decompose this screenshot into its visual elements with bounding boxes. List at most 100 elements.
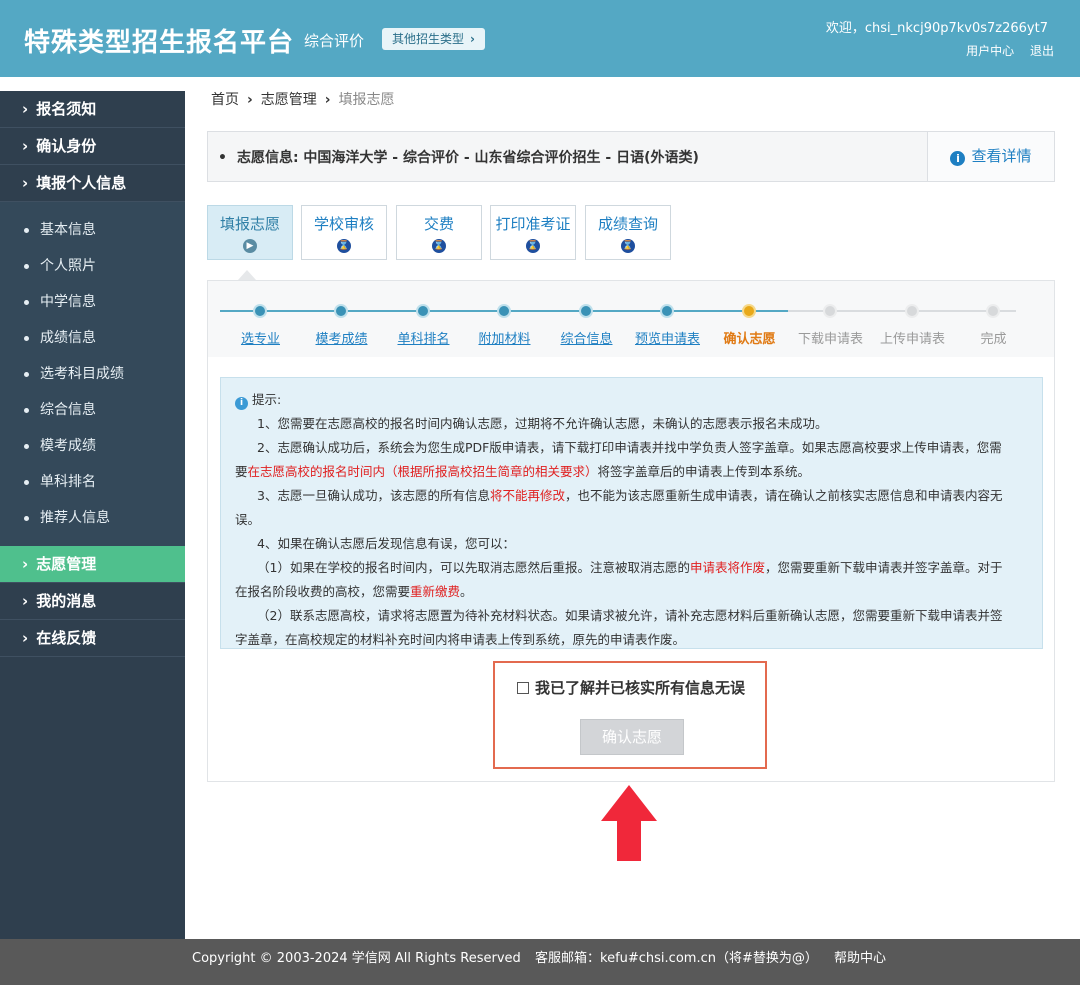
hourglass-icon: ⌛ bbox=[432, 239, 446, 253]
view-details-button[interactable]: i 查看详情 bbox=[927, 132, 1054, 181]
step-label: 综合信息 bbox=[560, 332, 613, 347]
bullet-icon bbox=[24, 263, 29, 269]
step-pending-icon bbox=[823, 304, 837, 318]
top-header: 特殊类型招生报名平台 综合评价 其他招生类型 › 欢迎，chsi_nkcj90p7… bbox=[0, 0, 1080, 77]
notice-warning-text: 重新缴费 bbox=[410, 584, 461, 599]
tab-print-admission[interactable]: 打印准考证 ⌛ bbox=[490, 205, 576, 260]
sidebar-subitem-label: 单科排名 bbox=[40, 474, 96, 490]
sidebar-item-confirm-identity[interactable]: › 确认身份 bbox=[0, 128, 185, 165]
sidebar-subitem-basic-info[interactable]: 基本信息 bbox=[0, 212, 185, 248]
user-center-link[interactable]: 用户中心 bbox=[966, 44, 1014, 58]
tab-label: 打印准考证 bbox=[495, 215, 571, 233]
hourglass-icon: ⌛ bbox=[337, 239, 351, 253]
chevron-right-icon: › bbox=[22, 100, 29, 118]
other-types-label: 其他招生类型 bbox=[392, 32, 465, 46]
breadcrumb-section[interactable]: 志愿管理 bbox=[261, 92, 317, 108]
application-info: • 志愿信息: 中国海洋大学 - 综合评价 - 山东省综合评价招生 - 日语(外语… bbox=[218, 147, 699, 167]
sidebar-subitem-mock-exam[interactable]: 模考成绩 bbox=[0, 428, 185, 464]
tab-score-query[interactable]: 成绩查询 ⌛ bbox=[585, 205, 671, 260]
logout-link[interactable]: 退出 bbox=[1030, 44, 1054, 58]
info-icon: i bbox=[950, 151, 966, 166]
bullet-icon bbox=[24, 371, 29, 377]
sidebar-item-feedback[interactable]: › 在线反馈 bbox=[0, 620, 185, 657]
bullet-icon bbox=[24, 515, 29, 521]
sidebar-subitem-grades[interactable]: 成绩信息 bbox=[0, 320, 185, 356]
chevron-right-icon: › bbox=[22, 592, 29, 610]
sidebar-submenu: 基本信息 个人照片 中学信息 成绩信息 选考科目成绩 综合信息 模考成绩 单科排… bbox=[0, 202, 185, 546]
other-types-button[interactable]: 其他招生类型 › bbox=[382, 28, 485, 50]
step-complete-icon bbox=[253, 304, 267, 318]
notice-line: 2、志愿确认成功后，系统会为您生成PDF版申请表，请下载打印申请表并找中学负责人… bbox=[257, 440, 1002, 455]
notice-text: 将签字盖章后的申请表上传到本系统。 bbox=[597, 464, 811, 479]
notice-warning-text: 将不能再修改 bbox=[489, 488, 565, 503]
step-label: 附加材料 bbox=[478, 332, 531, 347]
sidebar-subitem-elective-grades[interactable]: 选考科目成绩 bbox=[0, 356, 185, 392]
application-info-bar: • 志愿信息: 中国海洋大学 - 综合评价 - 山东省综合评价招生 - 日语(外语… bbox=[207, 131, 1055, 182]
notice-line: 4、如果在确认志愿后发现信息有误，您可以： bbox=[257, 536, 515, 551]
footer-copyright: Copyright © 2003-2024 学信网 All Rights Res… bbox=[192, 951, 521, 966]
sidebar-subitem-comprehensive[interactable]: 综合信息 bbox=[0, 392, 185, 428]
chevron-right-icon: › bbox=[247, 92, 253, 108]
sidebar-subitem-photo[interactable]: 个人照片 bbox=[0, 248, 185, 284]
step-complete-icon bbox=[416, 304, 430, 318]
sidebar-item-application[interactable]: › 志愿管理 bbox=[0, 546, 185, 583]
sidebar-subitem-referee[interactable]: 推荐人信息 bbox=[0, 500, 185, 536]
sidebar-subitem-school[interactable]: 中学信息 bbox=[0, 284, 185, 320]
tab-payment[interactable]: 交费 ⌛ bbox=[396, 205, 482, 260]
notice-text: （1）如果在学校的报名时间内，可以先取消志愿然后重报。注意被取消志愿的 bbox=[257, 560, 690, 575]
step-label: 模考成绩 bbox=[315, 332, 368, 347]
step-current-icon bbox=[742, 304, 756, 318]
step-pending-icon bbox=[905, 304, 919, 318]
sidebar-subitem-label: 中学信息 bbox=[40, 294, 96, 310]
chevron-right-icon: › bbox=[22, 629, 29, 647]
play-icon: ▶ bbox=[243, 239, 257, 253]
sidebar-subitem-label: 个人照片 bbox=[40, 258, 96, 274]
sidebar-subitem-label: 成绩信息 bbox=[40, 330, 96, 346]
notice-box: i 提示: 1、您需要在志愿高校的报名时间内确认志愿，过期将不允许确认志愿，未确认… bbox=[220, 377, 1043, 649]
sidebar-subitem-label: 基本信息 bbox=[40, 222, 96, 238]
confirm-checkbox-label[interactable]: 我已了解并已核实所有信息无误 bbox=[535, 679, 745, 697]
notice-line: （1）如果在学校的报名时间内，可以先取消志愿然后重报。注意被取消志愿的申请表将作… bbox=[235, 556, 1028, 580]
sidebar-item-personal-info[interactable]: › 填报个人信息 bbox=[0, 165, 185, 202]
notice-text: 要 bbox=[235, 464, 248, 479]
notice-text: 3、志愿一旦确认成功，该志愿的所有信息 bbox=[257, 488, 490, 503]
notice-line: 误。 bbox=[235, 512, 261, 527]
notice-text: 。 bbox=[460, 584, 473, 599]
tab-label: 成绩查询 bbox=[597, 215, 658, 233]
view-details-label: 查看详情 bbox=[971, 147, 1032, 165]
confirm-checkbox[interactable] bbox=[517, 682, 529, 694]
confirm-application-button[interactable]: 确认志愿 bbox=[580, 719, 684, 755]
breadcrumb-home[interactable]: 首页 bbox=[211, 92, 239, 108]
notice-line: 字盖章，在高校规定的材料补充时间内将申请表上传到系统，原先的申请表作废。 bbox=[235, 632, 686, 647]
step-complete-icon bbox=[334, 304, 348, 318]
sidebar-item-notice[interactable]: › 报名须知 bbox=[0, 91, 185, 128]
sidebar-subitem-label: 推荐人信息 bbox=[40, 510, 110, 526]
confirm-checkbox-row[interactable]: 我已了解并已核实所有信息无误 bbox=[517, 677, 745, 698]
tab-school-review[interactable]: 学校审核 ⌛ bbox=[301, 205, 387, 260]
bullet-icon bbox=[24, 407, 29, 413]
bullet-icon: • bbox=[218, 150, 227, 166]
notice-line: 3、志愿一旦确认成功，该志愿的所有信息将不能再修改，也不能为该志愿重新生成申请表… bbox=[235, 484, 1028, 508]
notice-text: ，也不能为该志愿重新生成申请表，请在确认之前核实志愿信息和申请表内容无 bbox=[564, 488, 1003, 503]
sidebar-item-label: 确认身份 bbox=[36, 137, 97, 155]
tab-apply[interactable]: 填报志愿 ▶ bbox=[207, 205, 293, 260]
step-label: 预览申请表 bbox=[634, 332, 700, 347]
chevron-right-icon: › bbox=[22, 137, 29, 155]
chevron-right-icon: › bbox=[22, 555, 29, 573]
user-links: 用户中心 退出 bbox=[954, 42, 1054, 59]
category-label: 综合评价 bbox=[304, 32, 365, 50]
red-up-arrow-icon bbox=[601, 785, 657, 861]
chevron-right-icon: › bbox=[470, 32, 475, 46]
platform-title: 特殊类型招生报名平台 bbox=[24, 28, 295, 58]
tab-label: 填报志愿 bbox=[219, 215, 280, 233]
sidebar-subitem-subject-rank[interactable]: 单科排名 bbox=[0, 464, 185, 500]
breadcrumb-current: 填报志愿 bbox=[338, 92, 395, 108]
breadcrumb: 首页 › 志愿管理 › 填报志愿 bbox=[211, 89, 395, 109]
bullet-icon bbox=[24, 479, 29, 485]
sidebar: › 报名须知 › 确认身份 › 填报个人信息 基本信息 个人照片 中学信息 成绩信息 … bbox=[0, 77, 185, 939]
step-label: 单科排名 bbox=[397, 332, 450, 347]
sidebar-item-messages[interactable]: › 我的消息 bbox=[0, 583, 185, 620]
footer-help-link[interactable]: 帮助中心 bbox=[834, 939, 886, 979]
chevron-right-icon: › bbox=[324, 92, 331, 108]
bullet-icon bbox=[24, 299, 29, 305]
